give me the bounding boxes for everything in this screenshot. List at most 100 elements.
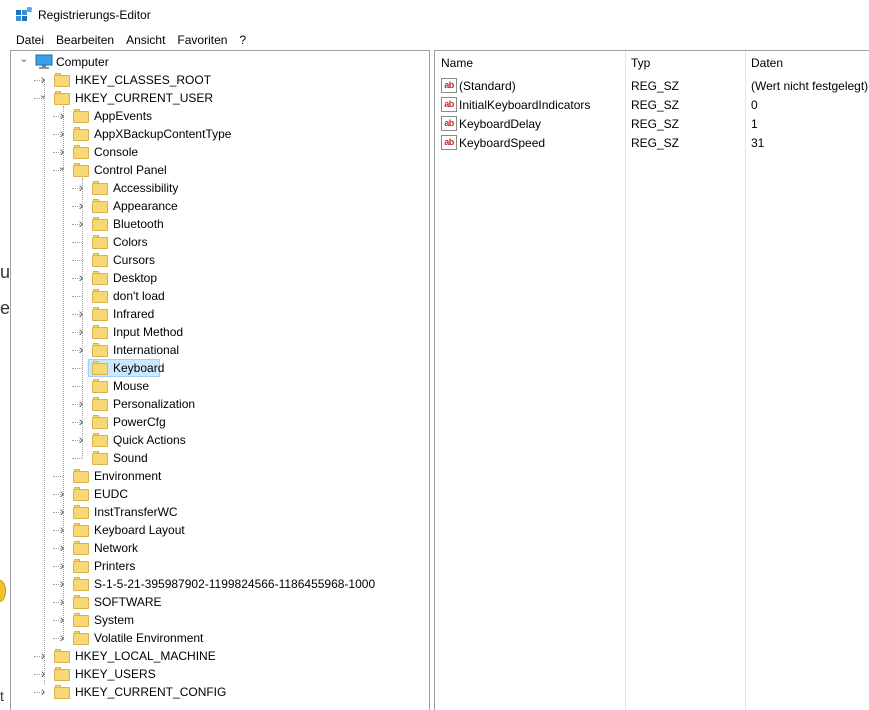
- chevron-down-icon[interactable]: ⌄: [38, 90, 48, 103]
- folder-icon: [92, 307, 108, 321]
- tree-node[interactable]: ⌄ Computer: [11, 53, 429, 71]
- chevron-right-icon[interactable]: ›: [76, 198, 86, 212]
- chevron-right-icon[interactable]: ›: [57, 486, 67, 500]
- tree-node[interactable]: › HKEY_USERS: [11, 665, 429, 683]
- chevron-right-icon[interactable]: ›: [76, 216, 86, 230]
- chevron-right-icon[interactable]: ›: [57, 594, 67, 608]
- tree-node[interactable]: › HKEY_CLASSES_ROOT: [11, 71, 429, 89]
- value-list-pane[interactable]: Name Typ Daten ab (Standard) REG_SZ (Wer…: [434, 50, 869, 710]
- chevron-right-icon[interactable]: ›: [76, 414, 86, 428]
- menu-favoriten[interactable]: Favoriten: [171, 30, 233, 50]
- chevron-right-icon[interactable]: ›: [76, 432, 86, 446]
- column-header-name[interactable]: Name: [435, 51, 625, 75]
- folder-icon: [54, 649, 70, 663]
- chevron-right-icon[interactable]: ›: [57, 522, 67, 536]
- tree-node[interactable]: › EUDC: [11, 485, 429, 503]
- tree-node-label: EUDC: [94, 487, 129, 501]
- tree-node[interactable]: › Input Method: [11, 323, 429, 341]
- chevron-right-icon[interactable]: ›: [57, 576, 67, 590]
- menu-bar: Datei Bearbeiten Ansicht Favoriten ?: [0, 30, 869, 50]
- value-row[interactable]: ab KeyboardDelay REG_SZ 1: [435, 115, 869, 134]
- folder-icon: [92, 415, 108, 429]
- tree-node[interactable]: › Personalization: [11, 395, 429, 413]
- tree-node[interactable]: › Printers: [11, 557, 429, 575]
- tree-node[interactable]: › SOFTWARE: [11, 593, 429, 611]
- tree-node[interactable]: › HKEY_LOCAL_MACHINE: [11, 647, 429, 665]
- tree-node[interactable]: › PowerCfg: [11, 413, 429, 431]
- tree-node[interactable]: › HKEY_CURRENT_CONFIG: [11, 683, 429, 701]
- tree-node[interactable]: › Bluetooth: [11, 215, 429, 233]
- value-row[interactable]: ab KeyboardSpeed REG_SZ 31: [435, 134, 869, 153]
- menu-help[interactable]: ?: [233, 30, 252, 50]
- folder-icon: [73, 163, 89, 177]
- tree-node[interactable]: Keyboard: [11, 359, 429, 377]
- tree-node[interactable]: › International: [11, 341, 429, 359]
- chevron-down-icon[interactable]: ⌄: [19, 54, 29, 67]
- tree-node[interactable]: don't load: [11, 287, 429, 305]
- title-bar[interactable]: Registrierungs-Editor: [0, 0, 869, 30]
- chevron-right-icon[interactable]: ›: [57, 612, 67, 626]
- chevron-right-icon[interactable]: ›: [76, 306, 86, 320]
- tree-node-label: AppXBackupContentType: [94, 127, 232, 141]
- chevron-right-icon[interactable]: ›: [57, 630, 67, 644]
- tree-node[interactable]: Cursors: [11, 251, 429, 269]
- chevron-right-icon[interactable]: ›: [57, 558, 67, 572]
- tree-node[interactable]: Environment: [11, 467, 429, 485]
- chevron-right-icon[interactable]: ›: [57, 108, 67, 122]
- column-header-type[interactable]: Typ: [625, 51, 745, 75]
- tree-node[interactable]: ⌄ Control Panel: [11, 161, 429, 179]
- chevron-right-icon[interactable]: ›: [38, 648, 48, 662]
- chevron-right-icon[interactable]: ›: [38, 666, 48, 680]
- tree-node[interactable]: Sound: [11, 449, 429, 467]
- tree-node[interactable]: › InstTransferWC: [11, 503, 429, 521]
- tree-connector: [72, 260, 82, 261]
- tree-node-label: Bluetooth: [113, 217, 164, 231]
- chevron-right-icon[interactable]: ›: [57, 126, 67, 140]
- column-header-data[interactable]: Daten: [745, 51, 869, 75]
- tree-node[interactable]: › Quick Actions: [11, 431, 429, 449]
- chevron-right-icon[interactable]: ›: [76, 342, 86, 356]
- chevron-right-icon[interactable]: ›: [76, 324, 86, 338]
- background-text-fragment: u: [0, 262, 10, 282]
- tree-node[interactable]: › Infrared: [11, 305, 429, 323]
- string-value-icon: ab: [441, 78, 457, 93]
- tree-node[interactable]: ⌄ HKEY_CURRENT_USER: [11, 89, 429, 107]
- tree-node[interactable]: › System: [11, 611, 429, 629]
- tree-node[interactable]: Mouse: [11, 377, 429, 395]
- tree-node-label: S-1-5-21-395987902-1199824566-1186455968…: [94, 577, 376, 591]
- tree-node[interactable]: › Desktop: [11, 269, 429, 287]
- chevron-down-icon[interactable]: ⌄: [57, 162, 67, 175]
- menu-bearbeiten[interactable]: Bearbeiten: [50, 30, 120, 50]
- tree-node[interactable]: › S-1-5-21-395987902-1199824566-118645596…: [11, 575, 429, 593]
- tree-node[interactable]: › Network: [11, 539, 429, 557]
- tree-node[interactable]: › AppXBackupContentType: [11, 125, 429, 143]
- chevron-right-icon[interactable]: ›: [76, 396, 86, 410]
- chevron-right-icon[interactable]: ›: [76, 180, 86, 194]
- tree-node[interactable]: › Keyboard Layout: [11, 521, 429, 539]
- menu-ansicht[interactable]: Ansicht: [120, 30, 171, 50]
- tree-node[interactable]: › Appearance: [11, 197, 429, 215]
- tree-node[interactable]: › Console: [11, 143, 429, 161]
- value-data: 31: [751, 136, 765, 150]
- folder-icon: [73, 595, 89, 609]
- chevron-right-icon[interactable]: ›: [57, 540, 67, 554]
- menu-datei[interactable]: Datei: [10, 30, 50, 50]
- chevron-right-icon[interactable]: ›: [38, 684, 48, 698]
- folder-icon: [92, 325, 108, 339]
- chevron-right-icon[interactable]: ›: [57, 504, 67, 518]
- tree-node-label: SOFTWARE: [94, 595, 162, 609]
- chevron-right-icon[interactable]: ›: [38, 72, 48, 86]
- value-row[interactable]: ab InitialKeyboardIndicators REG_SZ 0: [435, 96, 869, 115]
- tree-node-label: Control Panel: [94, 163, 167, 177]
- folder-icon: [54, 685, 70, 699]
- folder-icon: [92, 253, 108, 267]
- chevron-right-icon[interactable]: ›: [76, 270, 86, 284]
- chevron-right-icon[interactable]: ›: [57, 144, 67, 158]
- value-row[interactable]: ab (Standard) REG_SZ (Wert nicht festgel…: [435, 77, 869, 96]
- tree-node[interactable]: Colors: [11, 233, 429, 251]
- key-tree-pane[interactable]: ⌄ Computer › HKEY_CLASSES_ROOT ⌄ HKEY_CURRENT…: [10, 50, 430, 710]
- tree-node[interactable]: › AppEvents: [11, 107, 429, 125]
- tree-node[interactable]: › Accessibility: [11, 179, 429, 197]
- tree-node[interactable]: › Volatile Environment: [11, 629, 429, 647]
- folder-icon: [92, 181, 108, 195]
